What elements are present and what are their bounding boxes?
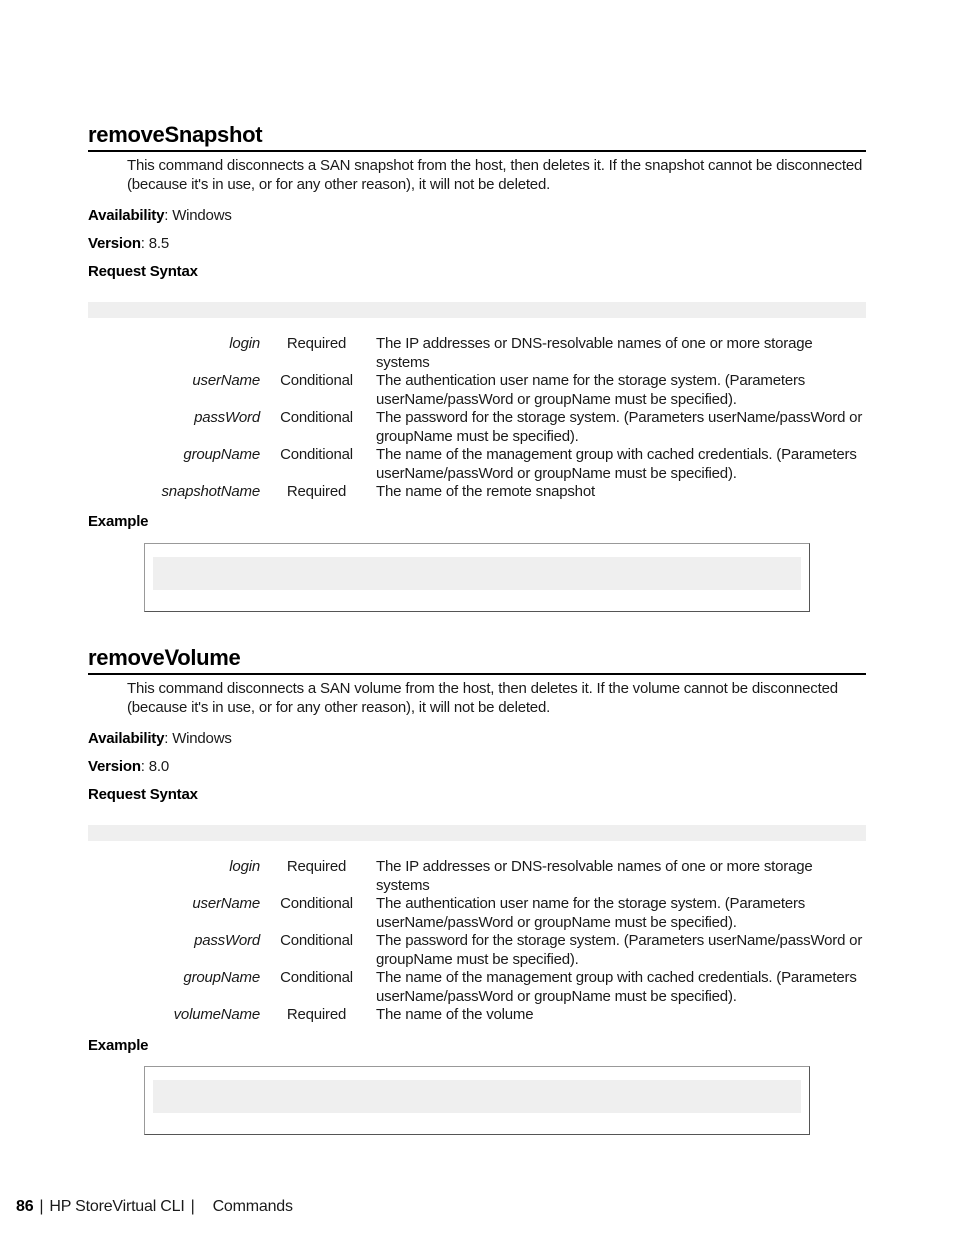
parameter-name: groupName bbox=[183, 969, 260, 986]
parameter-row: userName Conditional The authentication … bbox=[88, 895, 866, 932]
footer-separator: | bbox=[190, 1198, 195, 1215]
parameter-row: userName Conditional The authentication … bbox=[88, 372, 866, 409]
book-title: HP StoreVirtual CLI bbox=[49, 1198, 185, 1215]
parameter-requirement: Conditional bbox=[280, 409, 353, 426]
example-heading: Example bbox=[88, 513, 149, 530]
section-description: This command disconnects a SAN volume fr… bbox=[127, 680, 838, 716]
version-label: Version bbox=[88, 235, 141, 252]
version-label: Version bbox=[88, 758, 141, 775]
parameter-name: userName bbox=[192, 895, 260, 912]
parameter-name: groupName bbox=[183, 446, 260, 463]
parameter-requirement: Conditional bbox=[280, 446, 353, 463]
command-section-remove-snapshot: removeSnapshot This command disconnects … bbox=[88, 122, 866, 612]
parameter-description: The IP addresses or DNS-resolvable names… bbox=[376, 335, 813, 371]
parameter-requirement: Conditional bbox=[280, 895, 353, 912]
command-section-remove-volume: removeVolume This command disconnects a … bbox=[88, 645, 866, 1135]
parameter-row: login Required The IP addresses or DNS-r… bbox=[88, 858, 866, 895]
section-title: removeSnapshot bbox=[88, 122, 866, 152]
availability-value: Windows bbox=[172, 730, 232, 747]
example-box bbox=[144, 543, 810, 612]
parameter-row: snapshotName Required The name of the re… bbox=[88, 483, 866, 502]
parameter-name: passWord bbox=[194, 932, 260, 949]
section-description: This command disconnects a SAN snapshot … bbox=[127, 157, 863, 193]
parameter-name: userName bbox=[192, 372, 260, 389]
parameter-requirement: Conditional bbox=[280, 969, 353, 986]
parameter-description: The authentication user name for the sto… bbox=[376, 372, 806, 408]
parameter-requirement: Required bbox=[286, 858, 347, 875]
availability-line: Availability: Windows bbox=[88, 207, 232, 224]
version-line: Version: 8.5 bbox=[88, 235, 169, 252]
availability-label: Availability bbox=[88, 207, 165, 224]
parameter-row: passWord Conditional The password for th… bbox=[88, 932, 866, 969]
parameter-description: The IP addresses or DNS-resolvable names… bbox=[376, 858, 813, 894]
parameter-table: login Required The IP addresses or DNS-r… bbox=[88, 858, 866, 1025]
availability-value: Windows bbox=[172, 207, 232, 224]
parameter-description: The password for the storage system. (Pa… bbox=[376, 409, 863, 445]
page-number: 86 bbox=[16, 1198, 34, 1215]
parameter-requirement: Conditional bbox=[280, 932, 353, 949]
example-code-block bbox=[153, 1080, 801, 1113]
request-syntax-code-block bbox=[88, 302, 866, 318]
parameter-description: The name of the remote snapshot bbox=[376, 483, 595, 500]
version-value: 8.0 bbox=[148, 758, 169, 775]
parameter-description: The password for the storage system. (Pa… bbox=[376, 932, 863, 968]
parameter-name: login bbox=[229, 858, 260, 875]
parameter-requirement: Required bbox=[286, 335, 347, 352]
parameter-table: login Required The IP addresses or DNS-r… bbox=[88, 335, 866, 502]
version-line: Version: 8.0 bbox=[88, 758, 169, 775]
request-syntax-code-block bbox=[88, 825, 866, 841]
parameter-requirement: Required bbox=[286, 1006, 347, 1023]
page-footer: 86 | HP StoreVirtual CLI | Commands bbox=[16, 1197, 293, 1217]
parameter-description: The authentication user name for the sto… bbox=[376, 895, 806, 931]
parameter-row: groupName Conditional The name of the ma… bbox=[88, 446, 866, 483]
version-value: 8.5 bbox=[148, 235, 169, 252]
parameter-description: The name of the volume bbox=[376, 1006, 534, 1023]
request-syntax-heading: Request Syntax bbox=[88, 786, 198, 803]
parameter-description: The name of the management group with ca… bbox=[376, 446, 857, 482]
parameter-name: login bbox=[229, 335, 260, 352]
availability-line: Availability: Windows bbox=[88, 730, 232, 747]
chapter-name: Commands bbox=[212, 1198, 293, 1215]
section-title: removeVolume bbox=[88, 645, 866, 675]
parameter-row: volumeName Required The name of the volu… bbox=[88, 1006, 866, 1025]
parameter-name: snapshotName bbox=[161, 483, 261, 500]
parameter-name: volumeName bbox=[173, 1006, 261, 1023]
parameter-row: groupName Conditional The name of the ma… bbox=[88, 969, 866, 1006]
parameter-row: login Required The IP addresses or DNS-r… bbox=[88, 335, 866, 372]
example-box bbox=[144, 1066, 810, 1135]
example-heading: Example bbox=[88, 1037, 149, 1054]
parameter-description: The name of the management group with ca… bbox=[376, 969, 857, 1005]
parameter-name: passWord bbox=[194, 409, 260, 426]
example-code-block bbox=[153, 557, 801, 590]
availability-label: Availability bbox=[88, 730, 165, 747]
parameter-requirement: Required bbox=[286, 483, 347, 500]
request-syntax-heading: Request Syntax bbox=[88, 263, 198, 280]
footer-separator: | bbox=[39, 1198, 44, 1215]
parameter-row: passWord Conditional The password for th… bbox=[88, 409, 866, 446]
parameter-requirement: Conditional bbox=[280, 372, 353, 389]
